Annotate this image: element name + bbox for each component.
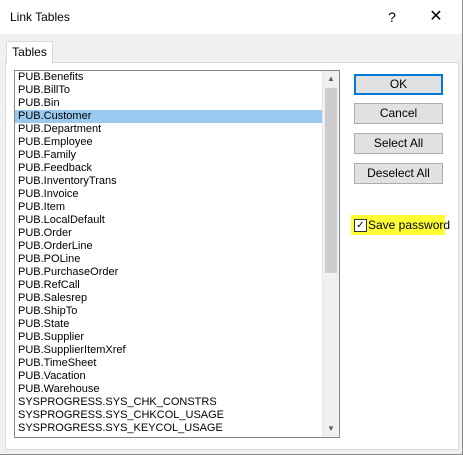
help-icon[interactable]: ?: [380, 6, 404, 28]
table-list-item[interactable]: PUB.Order: [15, 227, 324, 240]
table-list-item[interactable]: PUB.Employee: [15, 136, 324, 149]
tables-list: PUB.Benefits PUB.BillTo PUB.Bin PUB.Custome…: [15, 71, 324, 435]
close-icon[interactable]: ✕: [424, 6, 448, 28]
cancel-button[interactable]: Cancel: [354, 103, 443, 124]
table-list-item[interactable]: PUB.Item: [15, 201, 324, 214]
table-list-item[interactable]: SYSPROGRESS.SYS_CHK_CONSTRS: [15, 396, 324, 409]
deselect-all-button[interactable]: Deselect All: [354, 163, 443, 184]
link-tables-dialog: Link Tables ? ✕ Tables PUB.Benefits PUB.B…: [0, 0, 463, 455]
table-list-item[interactable]: PUB.Warehouse: [15, 383, 324, 396]
table-list-item[interactable]: PUB.SupplierItemXref: [15, 344, 324, 357]
table-list-item[interactable]: PUB.POLine: [15, 253, 324, 266]
table-list-item[interactable]: PUB.Salesrep: [15, 292, 324, 305]
save-password-option[interactable]: ✓ Save password: [351, 215, 450, 235]
table-list-item[interactable]: PUB.Benefits: [15, 71, 324, 84]
table-list-item[interactable]: PUB.Family: [15, 149, 324, 162]
table-list-item[interactable]: PUB.TimeSheet: [15, 357, 324, 370]
table-list-item[interactable]: SYSPROGRESS.SYS_CHKCOL_USAGE: [15, 409, 324, 422]
table-list-item[interactable]: PUB.ShipTo: [15, 305, 324, 318]
save-password-label: Save password: [368, 218, 451, 232]
table-list-item[interactable]: PUB.Vacation: [15, 370, 324, 383]
table-list-item[interactable]: PUB.Customer: [15, 110, 324, 123]
save-password-checkbox[interactable]: ✓: [354, 219, 367, 232]
title-bar: Link Tables ? ✕: [0, 0, 462, 34]
ok-button[interactable]: OK: [354, 74, 443, 95]
table-list-item[interactable]: PUB.Feedback: [15, 162, 324, 175]
table-list-item[interactable]: PUB.Invoice: [15, 188, 324, 201]
table-list-item[interactable]: PUB.OrderLine: [15, 240, 324, 253]
table-list-item[interactable]: PUB.BillTo: [15, 84, 324, 97]
scroll-thumb[interactable]: [325, 88, 337, 273]
table-list-item[interactable]: PUB.PurchaseOrder: [15, 266, 324, 279]
table-list-item[interactable]: PUB.RefCall: [15, 279, 324, 292]
table-list-item[interactable]: PUB.Department: [15, 123, 324, 136]
tables-listbox[interactable]: PUB.Benefits PUB.BillTo PUB.Bin PUB.Custome…: [14, 70, 340, 438]
table-list-item[interactable]: SYSPROGRESS.SYS_KEYCOL_USAGE: [15, 422, 324, 435]
vertical-scrollbar[interactable]: ▲ ▼: [322, 71, 339, 437]
table-list-item[interactable]: PUB.State: [15, 318, 324, 331]
table-list-item[interactable]: PUB.LocalDefault: [15, 214, 324, 227]
table-list-item[interactable]: PUB.Supplier: [15, 331, 324, 344]
select-all-button[interactable]: Select All: [354, 133, 443, 154]
window-title: Link Tables: [10, 10, 70, 24]
scroll-down-icon[interactable]: ▼: [323, 421, 339, 437]
table-list-item[interactable]: PUB.InventoryTrans: [15, 175, 324, 188]
table-list-item[interactable]: PUB.Bin: [15, 97, 324, 110]
scroll-up-icon[interactable]: ▲: [323, 71, 339, 87]
tab-tables[interactable]: Tables: [6, 41, 53, 64]
